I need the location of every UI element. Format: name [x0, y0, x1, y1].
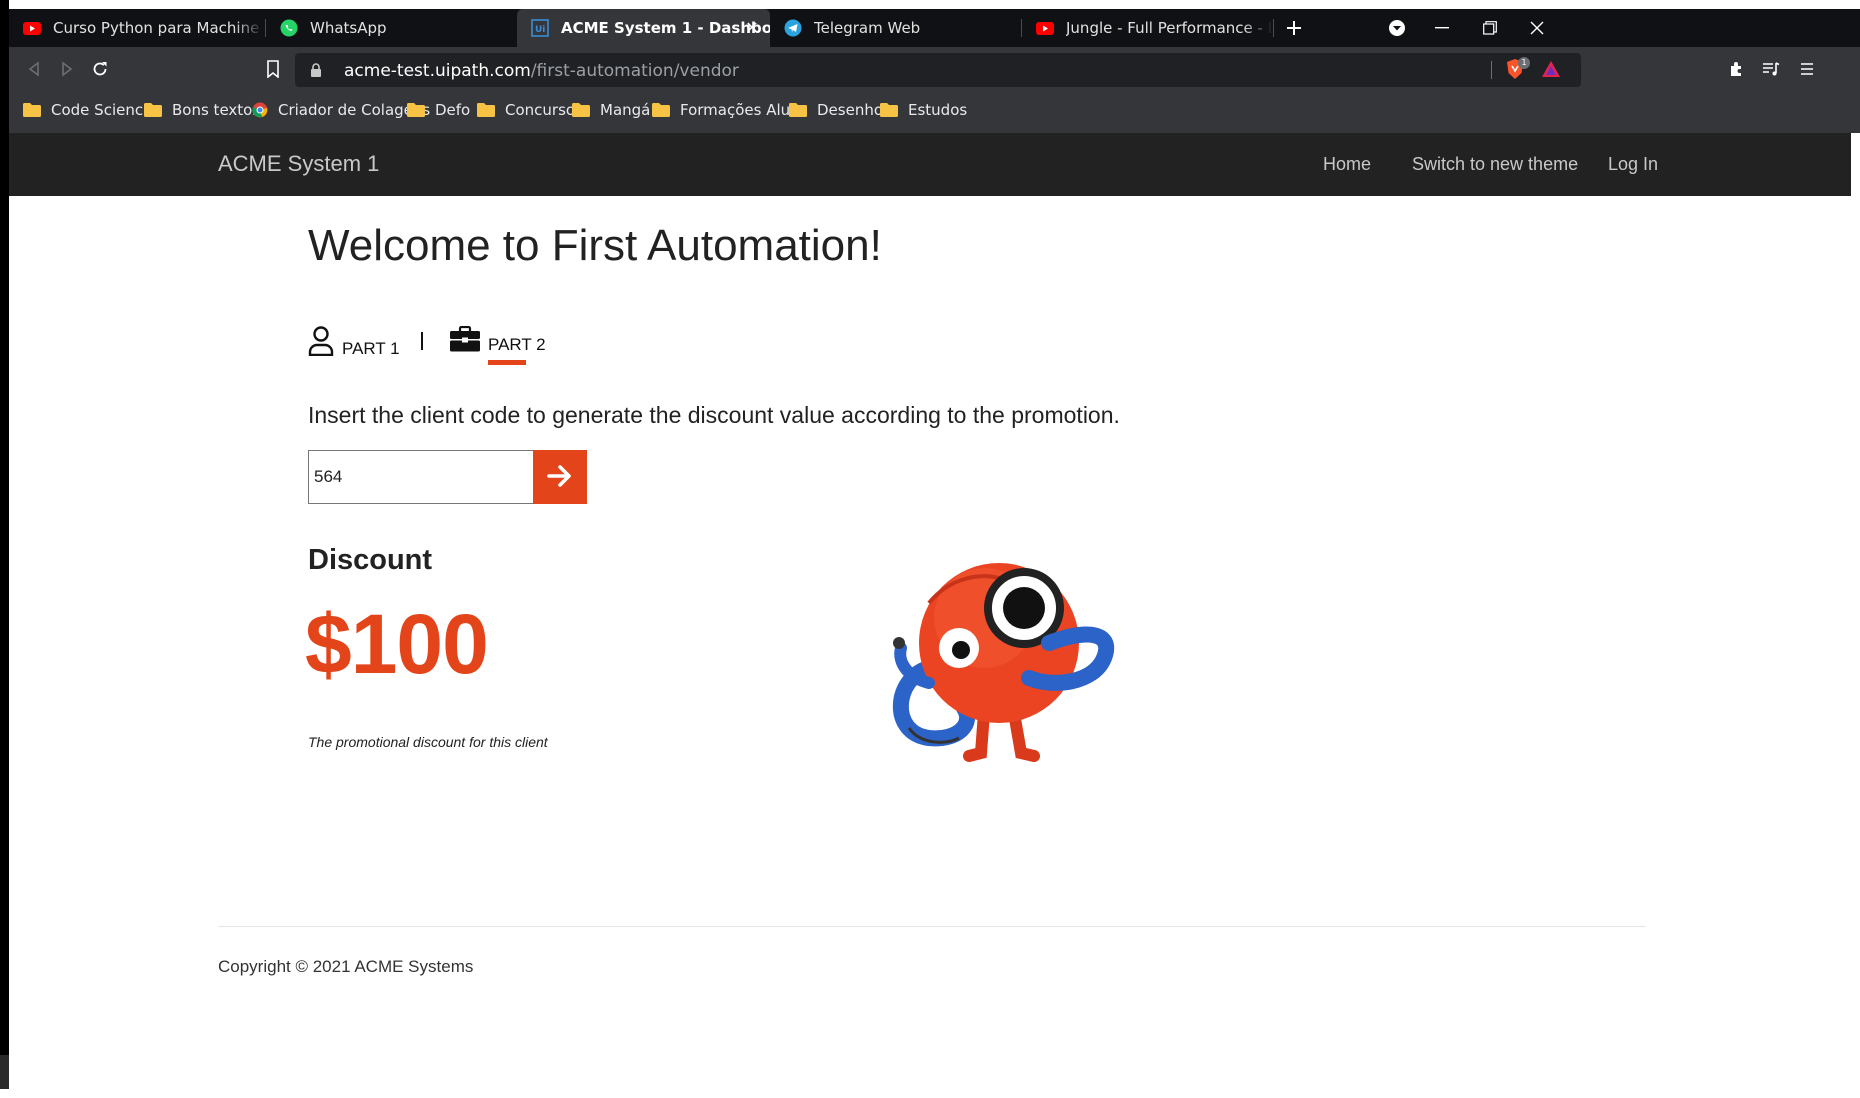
bookmark-formacoes-alura[interactable]: Formações Alura	[652, 101, 806, 119]
folder-icon	[880, 103, 898, 117]
bookmark-concurso[interactable]: Concurso	[477, 101, 575, 119]
close-tab-icon[interactable]: ✕	[744, 20, 760, 36]
tab-acme-dashboard[interactable]: Ui ACME System 1 - Dashboard ✕	[517, 9, 770, 47]
bookmark-bons-textos[interactable]: Bons textos	[144, 101, 260, 119]
discount-value: $100	[305, 597, 489, 691]
screen-top-edge	[0, 0, 1860, 9]
part-2-link[interactable]: PART 2	[450, 325, 546, 357]
folder-icon	[23, 103, 41, 117]
forward-icon[interactable]	[53, 55, 81, 83]
address-bar-divider	[1491, 61, 1492, 79]
tab-curso-python[interactable]: Curso Python para Machine Learning (	[9, 9, 264, 47]
folder-icon	[144, 103, 162, 117]
parts-navigation: PART 1 PART 2	[308, 325, 708, 376]
web-page: ACME System 1 Home Switch to new theme L…	[9, 133, 1860, 1098]
svg-text:Ui: Ui	[535, 25, 545, 35]
bookmark-label: Estudos	[908, 101, 968, 119]
back-icon[interactable]	[20, 55, 48, 83]
browser-toolbar: acme-test.uipath.com/first-automation/ve…	[9, 47, 1860, 91]
chrome-icon	[252, 102, 268, 118]
lock-icon	[310, 63, 322, 82]
submit-code-button[interactable]	[533, 450, 587, 504]
bookmark-estudos[interactable]: Estudos	[880, 101, 967, 119]
tab-title: WhatsApp	[310, 19, 387, 37]
url-text: acme-test.uipath.com/first-automation/ve…	[344, 61, 739, 81]
folder-icon	[477, 103, 495, 117]
uipath-icon: Ui	[531, 19, 549, 37]
nav-link-home[interactable]: Home	[1323, 154, 1371, 175]
tab-jungle-youtube[interactable]: Jungle - Full Performance - Live on KC	[1022, 9, 1273, 47]
site-brand[interactable]: ACME System 1	[218, 151, 379, 177]
part-2-label: PART 2	[488, 335, 546, 354]
extensions-icon[interactable]	[1723, 55, 1751, 83]
nav-link-log-in[interactable]: Log In	[1608, 154, 1658, 175]
client-code-input[interactable]	[308, 450, 536, 504]
bookmark-label: Concurso	[505, 101, 576, 119]
main-content: Welcome to First Automation! PART 1 PART…	[9, 196, 1851, 1096]
bookmark-code-science[interactable]: Code Science	[23, 101, 152, 119]
folder-icon	[572, 103, 590, 117]
youtube-icon	[1036, 19, 1054, 37]
tab-strip: Curso Python para Machine Learning ( Wha…	[9, 9, 1860, 47]
bookmark-label: Mangá	[600, 101, 651, 119]
browser-window: Curso Python para Machine Learning ( Wha…	[9, 9, 1860, 133]
tab-telegram[interactable]: Telegram Web	[770, 9, 1021, 47]
bookmark-criador-de-colagens[interactable]: Criador de Colagens	[252, 101, 430, 119]
scroll-handle[interactable]	[0, 1055, 9, 1089]
brave-shield-icon[interactable]: 1	[1505, 57, 1533, 82]
user-icon	[308, 326, 334, 361]
menu-icon[interactable]	[1793, 55, 1821, 83]
arrow-right-icon	[547, 464, 573, 491]
bookmark-icon[interactable]	[259, 55, 287, 83]
url-host: acme-test.uipath.com	[344, 61, 531, 81]
parts-divider	[421, 332, 423, 350]
brave-rewards-icon[interactable]	[1541, 60, 1561, 83]
tab-title: ACME System 1 - Dashboard	[561, 19, 770, 37]
site-navbar: ACME System 1 Home Switch to new theme L…	[9, 133, 1851, 196]
tab-title: Curso Python para Machine Learning (	[53, 19, 264, 37]
telegram-icon	[784, 19, 802, 37]
tab-title: Telegram Web	[814, 19, 921, 37]
shield-count-badge: 1	[1518, 57, 1530, 69]
whatsapp-icon	[280, 19, 298, 37]
bookmark-label: Code Science	[51, 101, 153, 119]
instructions-text: Insert the client code to generate the d…	[308, 402, 1120, 428]
media-playlist-icon[interactable]	[1757, 55, 1785, 83]
tab-whatsapp[interactable]: WhatsApp	[266, 9, 517, 47]
page-title: Welcome to First Automation!	[308, 221, 882, 270]
nav-link-switch-theme[interactable]: Switch to new theme	[1412, 154, 1578, 175]
folder-icon	[407, 103, 425, 117]
bookmark-desenho[interactable]: Desenho	[789, 101, 883, 119]
tab-fade	[1243, 9, 1273, 47]
url-path: /first-automation/vendor	[530, 61, 739, 81]
folder-icon	[652, 103, 670, 117]
copyright-text: Copyright © 2021 ACME Systems	[218, 957, 474, 976]
bookmark-defo[interactable]: Defo	[407, 101, 470, 119]
briefcase-icon	[450, 325, 480, 357]
new-tab-button[interactable]	[1274, 9, 1314, 47]
bookmark-manga[interactable]: Mangá	[572, 101, 650, 119]
bookmarks-bar: Code Science Bons textos Criador de Cola…	[9, 91, 1860, 133]
bookmark-label: Desenho	[817, 101, 884, 119]
folder-icon	[789, 103, 807, 117]
bookmark-label: Defo	[435, 101, 471, 119]
footer-divider	[218, 926, 1646, 927]
robot-mascot-illustration	[889, 548, 1119, 768]
tab-title: Jungle - Full Performance - Live on KC	[1066, 19, 1273, 37]
youtube-icon	[23, 19, 41, 37]
discount-heading: Discount	[308, 544, 433, 576]
screen-left-edge	[0, 0, 9, 1080]
bookmark-label: Bons textos	[172, 101, 261, 119]
active-part-indicator	[488, 360, 526, 365]
close-window-button[interactable]	[1509, 9, 1565, 47]
reload-icon[interactable]	[86, 55, 114, 83]
screen: Curso Python para Machine Learning ( Wha…	[0, 0, 1860, 1098]
discount-caption: The promotional discount for this client	[308, 734, 548, 750]
bookmark-label: Formações Alura	[680, 101, 806, 119]
part-1-label: PART 1	[342, 339, 400, 358]
tab-fade	[234, 9, 264, 47]
address-bar[interactable]: acme-test.uipath.com/first-automation/ve…	[295, 53, 1581, 87]
part-1-link[interactable]: PART 1	[308, 326, 400, 361]
